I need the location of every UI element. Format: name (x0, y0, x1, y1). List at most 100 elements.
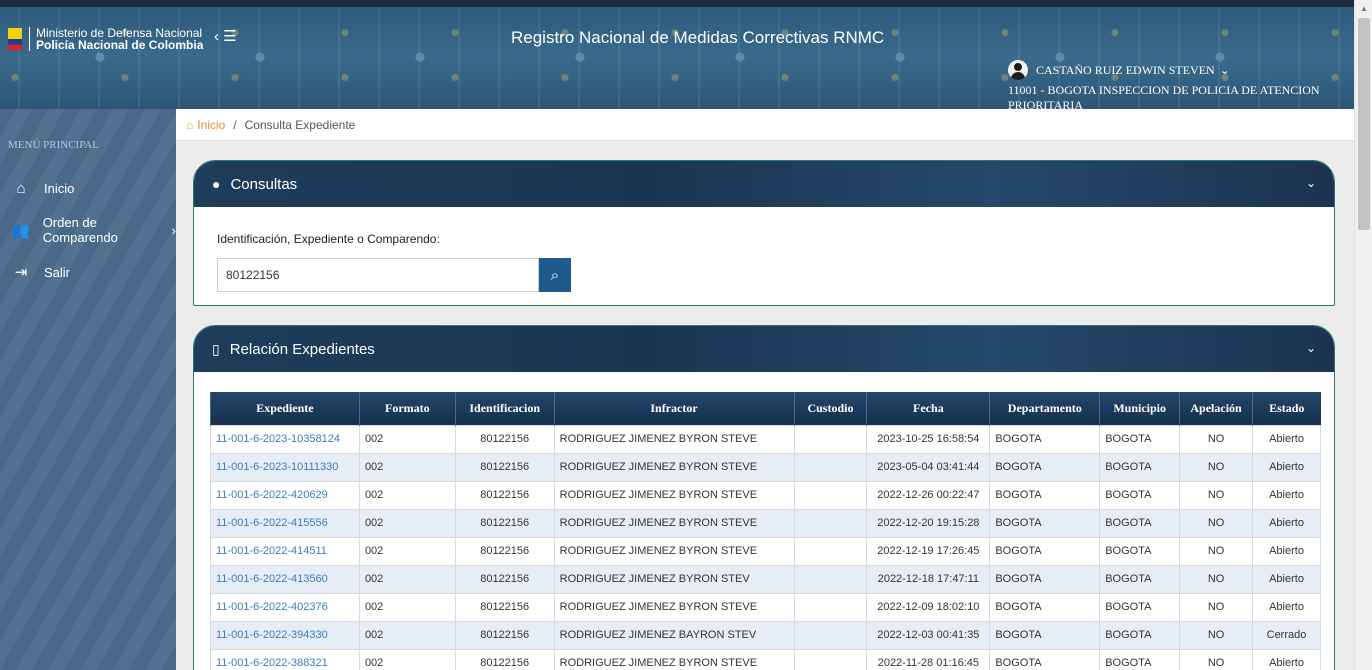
expediente-link[interactable]: 11-001-6-2022-402376 (210, 592, 360, 622)
expediente-link[interactable]: 11-001-6-2022-394330 (210, 620, 360, 650)
expediente-link[interactable]: 11-001-6-2022-388321 (210, 648, 360, 670)
table-cell: 002 (358, 452, 456, 482)
table-cell: RODRIGUEZ JIMENEZ BYRON STEVE (553, 536, 795, 566)
logout-icon: ⇥ (14, 264, 28, 281)
logo[interactable]: Ministerio de Defensa Nacional Policía N… (8, 27, 203, 51)
table-cell (793, 480, 868, 510)
table-cell (793, 536, 868, 566)
column-header[interactable]: Infractor (553, 392, 794, 425)
table-cell: 002 (358, 424, 456, 454)
table-body: 11-001-6-2023-10358124 002 80122156 RODRIGU… (210, 424, 1321, 670)
colombia-flag-icon (8, 28, 22, 50)
table-cell: BOGOTA (1099, 536, 1181, 566)
table-cell: 2022-12-19 17:26:45 (866, 536, 991, 566)
user-avatar-icon (1008, 60, 1028, 80)
table-row[interactable]: 11-001-6-2022-394330 002 80122156 RODRIGUEZ… (210, 620, 1321, 650)
table-cell: NO (1179, 536, 1254, 566)
user-name[interactable]: CASTAÑO RUIZ EDWIN STEVEN (1036, 63, 1215, 78)
table-row[interactable]: 11-001-6-2022-415556 002 80122156 RODRIGUEZ… (210, 508, 1321, 538)
column-header[interactable]: Formato (358, 392, 456, 425)
user-menu[interactable]: CASTAÑO RUIZ EDWIN STEVEN ⌄ 11001 - BOGO… (1008, 60, 1354, 109)
expediente-link[interactable]: 11-001-6-2022-414511 (210, 536, 360, 566)
table-cell: BOGOTA (989, 424, 1101, 454)
expediente-link[interactable]: 11-001-6-2022-420629 (210, 480, 360, 510)
table-cell: 002 (358, 480, 456, 510)
table-row[interactable]: 11-001-6-2023-10111330 002 80122156 RODRIGU… (210, 452, 1321, 482)
scroll-up-arrow-icon[interactable]: ▲ (1360, 4, 1368, 13)
table-cell: BOGOTA (989, 592, 1101, 622)
sidebar-item-label: Inicio (44, 180, 75, 196)
expediente-link[interactable]: 11-001-6-2023-10111330 (210, 452, 360, 482)
table-cell: Cerrado (1252, 620, 1321, 650)
sidebar-item-orden-de-comparendo[interactable]: 👥 Orden de Comparendo › (0, 209, 176, 251)
table-cell: 80122156 (454, 564, 555, 594)
column-header[interactable]: Custodio (793, 392, 867, 425)
sidebar-item-salir[interactable]: ⇥ Salir (0, 251, 176, 293)
column-header[interactable]: Departamento (989, 392, 1100, 425)
breadcrumb-separator: / (233, 117, 237, 132)
column-header[interactable]: Municipio (1099, 392, 1180, 425)
relacion-expedientes-panel: ▯ Relación Expedientes ⌄ Expediente Forma… (193, 325, 1335, 670)
table-cell: 2022-12-03 00:41:35 (866, 620, 991, 650)
table-cell: RODRIGUEZ JIMENEZ BYRON STEV (553, 564, 795, 594)
table-cell: NO (1179, 452, 1254, 482)
search-button[interactable]: ⌕ (539, 258, 571, 292)
table-cell: 002 (358, 620, 456, 650)
chevron-down-icon[interactable]: ⌄ (1306, 176, 1316, 190)
clipboard-icon: ▯ (212, 340, 220, 357)
sidebar-item-label: Salir (44, 264, 71, 280)
page-scrollbar[interactable]: ▲ (1354, 0, 1372, 670)
search-input[interactable] (217, 258, 539, 292)
table-cell: BOGOTA (989, 648, 1101, 670)
table-row[interactable]: 11-001-6-2022-388321 002 80122156 RODRIGUEZ… (210, 648, 1321, 670)
column-header[interactable]: Fecha (866, 392, 990, 425)
table-cell: 2023-05-04 03:41:44 (866, 452, 991, 482)
column-header[interactable]: Expediente (210, 392, 360, 425)
table-cell: NO (1179, 648, 1254, 670)
table-cell (793, 648, 868, 670)
expediente-link[interactable]: 11-001-6-2022-413560 (210, 564, 360, 594)
table-header-row: Expediente Formato Identificacion Infractor… (210, 392, 1321, 425)
sidebar-item-inicio[interactable]: ⌂ Inicio (0, 167, 176, 209)
table-cell: BOGOTA (1099, 648, 1181, 670)
expediente-link[interactable]: 11-001-6-2022-415556 (210, 508, 360, 538)
relacion-panel-header[interactable]: ▯ Relación Expedientes ⌄ (194, 326, 1334, 372)
table-cell: RODRIGUEZ JIMENEZ BYRON STEVE (553, 452, 795, 482)
menu-toggle-icon[interactable]: ‹ ☰ (214, 27, 237, 45)
home-icon[interactable]: ⌂ (186, 118, 193, 132)
table-row[interactable]: 11-001-6-2022-402376 002 80122156 RODRIGUEZ… (210, 592, 1321, 622)
table-row[interactable]: 11-001-6-2022-420629 002 80122156 RODRIGUEZ… (210, 480, 1321, 510)
expediente-link[interactable]: 11-001-6-2023-10358124 (210, 424, 360, 454)
table-cell: 80122156 (454, 592, 555, 622)
scrollbar-thumb[interactable] (1358, 18, 1370, 230)
column-header[interactable]: Identificacion (454, 392, 555, 425)
table-cell: Abierto (1252, 424, 1321, 454)
table-cell: RODRIGUEZ JIMENEZ BYRON STEVE (553, 648, 795, 670)
breadcrumb-home-link[interactable]: Inicio (197, 118, 225, 132)
org-line2: Policía Nacional de Colombia (36, 38, 204, 52)
table-cell: 80122156 (454, 648, 555, 670)
table-cell: 002 (358, 536, 456, 566)
table-cell: 80122156 (454, 452, 555, 482)
table-cell: Abierto (1252, 564, 1321, 594)
column-header[interactable]: Estado (1252, 392, 1321, 425)
column-header[interactable]: Apelación (1179, 392, 1253, 425)
table-row[interactable]: 11-001-6-2022-414511 002 80122156 RODRIGUEZ… (210, 536, 1321, 566)
table-cell: 002 (358, 508, 456, 538)
table-row[interactable]: 11-001-6-2022-413560 002 80122156 RODRIGUEZ… (210, 564, 1321, 594)
breadcrumb: ⌂ Inicio / Consulta Expediente (176, 109, 1354, 141)
table-cell: NO (1179, 620, 1254, 650)
table-cell (793, 620, 868, 650)
table-cell: BOGOTA (989, 452, 1101, 482)
table-cell: 80122156 (454, 620, 555, 650)
main-content: ⌂ Inicio / Consulta Expediente ● Consult… (176, 109, 1354, 670)
consultas-panel: ● Consultas ⌄ Identificación, Expediente… (193, 160, 1335, 306)
chevron-down-icon[interactable]: ⌄ (1306, 341, 1316, 355)
table-cell: Abierto (1252, 452, 1321, 482)
chevron-down-icon[interactable]: ⌄ (1220, 63, 1230, 78)
table-row[interactable]: 11-001-6-2023-10358124 002 80122156 RODRIGU… (210, 424, 1321, 454)
table-cell: 002 (358, 564, 456, 594)
expedientes-table: Expediente Formato Identificacion Infractor… (210, 392, 1321, 670)
consultas-panel-header[interactable]: ● Consultas ⌄ (194, 161, 1334, 207)
table-cell: 80122156 (454, 536, 555, 566)
